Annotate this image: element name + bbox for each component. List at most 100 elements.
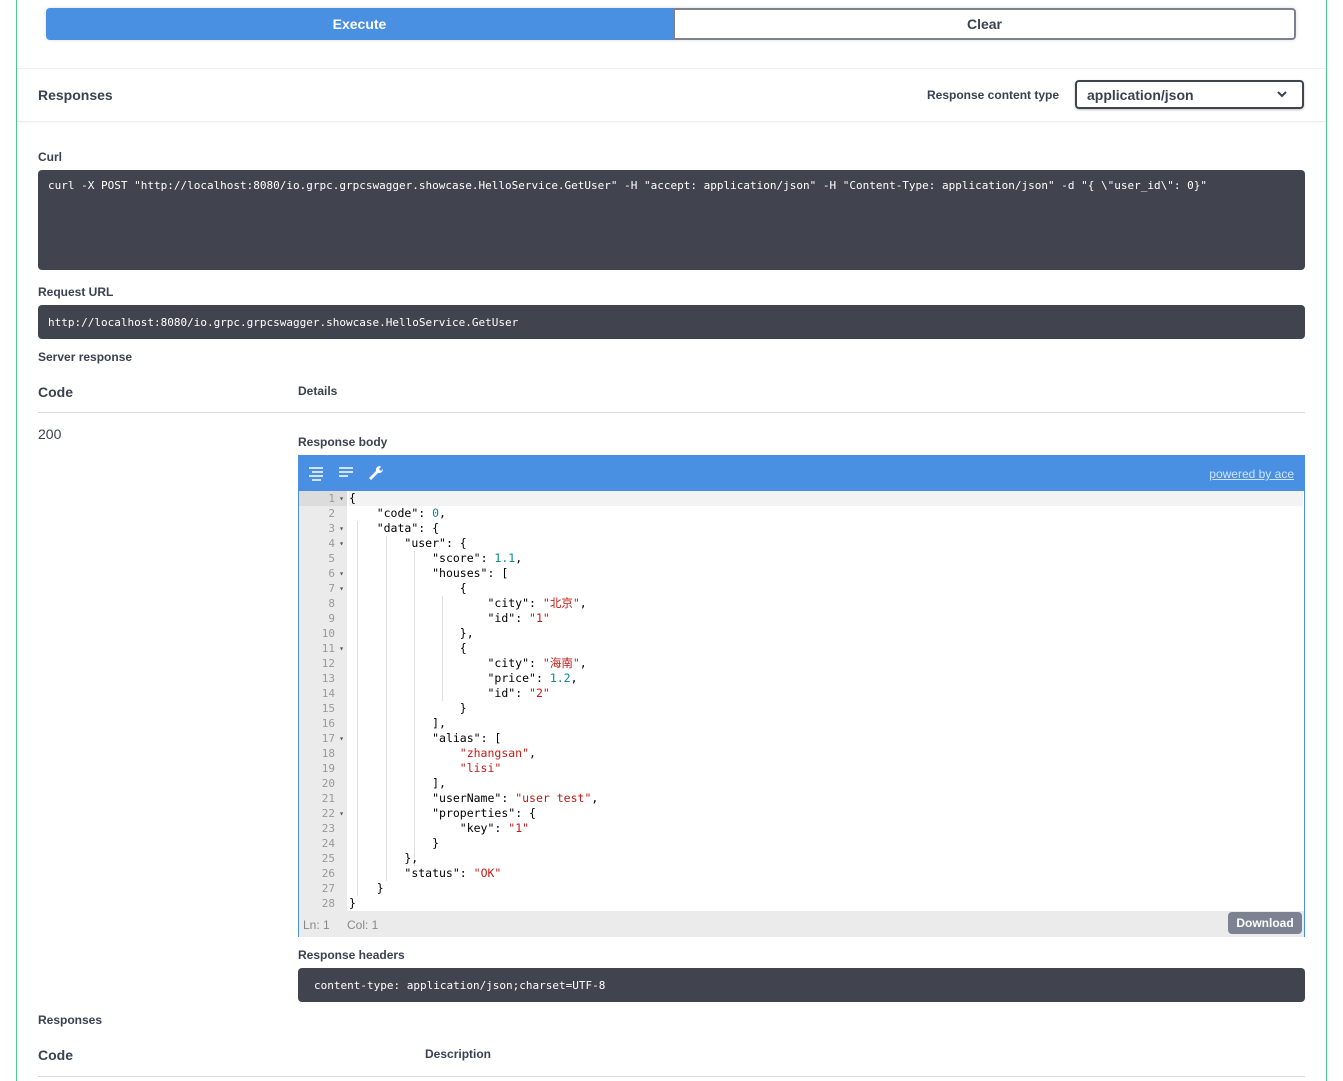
responses-title: Responses — [38, 87, 113, 103]
line-number: 3 ▾ — [328, 521, 344, 536]
responses-header: Responses Response content type applicat… — [17, 68, 1326, 121]
code-line: "userName": "user test", — [432, 791, 599, 805]
line-number: 11 ▾ — [321, 641, 344, 656]
line-number: 25 — [321, 852, 335, 865]
response-content-type-select[interactable]: application/json — [1075, 80, 1304, 109]
bottom-code-header: Code — [38, 1047, 73, 1063]
execute-clear-group: Execute Clear — [46, 8, 1296, 40]
code-line: "id": "2" — [487, 686, 550, 700]
chevron-down-icon — [1276, 88, 1288, 103]
curl-label: Curl — [38, 150, 62, 164]
code-line: "status": "OK" — [404, 866, 502, 880]
wrench-icon[interactable] — [367, 464, 385, 482]
line-number: 5 — [328, 552, 335, 565]
editor-toolbar: powered by ace — [299, 456, 1304, 491]
line-number: 9 — [328, 612, 335, 625]
request-url-text: http://localhost:8080/io.grpc.grpcswagge… — [48, 316, 519, 329]
cursor-line: Ln: 1 — [303, 918, 330, 932]
table-divider — [38, 412, 1305, 413]
fold-arrow-icon[interactable]: ▾ — [339, 536, 344, 551]
curl-command[interactable]: curl -X POST "http://localhost:8080/io.g… — [38, 170, 1305, 270]
bottom-table-divider — [38, 1076, 1305, 1077]
code-line: { — [349, 491, 1303, 506]
execute-button[interactable]: Execute — [46, 8, 673, 40]
clear-button[interactable]: Clear — [673, 8, 1296, 40]
line-number: 18 — [321, 747, 335, 760]
fold-arrow-icon[interactable]: ▾ — [339, 491, 344, 506]
line-number: 6 ▾ — [328, 566, 344, 581]
code-line: } — [349, 881, 384, 895]
response-content-type-label: Response content type — [927, 88, 1060, 102]
line-number: 19 — [321, 762, 335, 775]
line-number: 15 — [321, 702, 335, 715]
code-column-header: Code — [38, 384, 73, 400]
code-line: ], — [349, 716, 446, 730]
code-line: "price": 1.2, — [487, 671, 578, 685]
code-line: "user": { — [404, 536, 467, 550]
code-line: } — [349, 896, 356, 910]
line-number: 4 ▾ — [328, 536, 344, 551]
code-line: } — [349, 701, 467, 715]
line-number: 1 ▾ — [299, 491, 347, 506]
line-number: 28 — [321, 897, 335, 910]
cursor-column: Col: 1 — [347, 918, 379, 932]
line-number: 26 — [321, 867, 335, 880]
line-number-gutter: 1 ▾ 2 3 ▾ 4 ▾ 5 6 ▾ 7 ▾ 8 9 10 11 ▾ 12 13 14 15 16 17 ▾ 18 19 20 21… — [299, 491, 347, 911]
fold-arrow-icon[interactable]: ▾ — [339, 806, 344, 821]
code-line: ], — [349, 776, 446, 790]
code-line: "lisi" — [459, 761, 502, 775]
line-number: 23 — [321, 822, 335, 835]
code-line: "houses": [ — [432, 566, 509, 580]
code-content[interactable]: { "code": 0, "data": { "user": { "score"… — [349, 491, 1303, 911]
wrap-lines-icon[interactable] — [307, 464, 325, 482]
fold-arrow-icon[interactable]: ▾ — [339, 581, 344, 596]
fold-arrow-icon[interactable]: ▾ — [339, 731, 344, 746]
response-body-editor[interactable]: powered by ace 1 ▾ 2 3 ▾ 4 ▾ 5 6 ▾ 7 ▾ 8 9 10 11 ▾ 12 13 14… — [298, 455, 1305, 937]
code-line: "key": "1" — [459, 821, 530, 835]
curl-command-text: curl -X POST "http://localhost:8080/io.g… — [48, 179, 1207, 192]
format-icon[interactable] — [337, 464, 355, 482]
line-number: 13 — [321, 672, 335, 685]
bottom-responses-label: Responses — [38, 1013, 103, 1027]
line-number: 20 — [321, 777, 335, 790]
code-line: }, — [349, 626, 474, 640]
line-number: 10 — [321, 627, 335, 640]
line-number: 27 — [321, 882, 335, 895]
line-number: 2 — [328, 507, 335, 520]
line-number: 12 — [321, 657, 335, 670]
powered-by-ace-link[interactable]: powered by ace — [1209, 467, 1294, 481]
fold-arrow-icon[interactable]: ▾ — [339, 641, 344, 656]
line-number: 22 ▾ — [321, 806, 344, 821]
response-headers-value[interactable]: content-type: application/json;charset=U… — [298, 968, 1305, 1002]
code-line: "score": 1.1, — [432, 551, 523, 565]
response-headers-text: content-type: application/json;charset=U… — [314, 979, 606, 992]
server-response-label: Server response — [38, 350, 133, 364]
download-button[interactable]: Download — [1228, 912, 1302, 934]
code-line: "id": "1" — [487, 611, 550, 625]
code-line: { — [349, 581, 467, 595]
line-number: 21 — [321, 792, 335, 805]
fold-arrow-icon[interactable]: ▾ — [339, 521, 344, 536]
status-code: 200 — [38, 426, 62, 442]
editor-statusbar: Ln: 1 Col: 1 Download — [299, 911, 1304, 937]
code-line: "alias": [ — [432, 731, 502, 745]
fold-arrow-icon[interactable]: ▾ — [339, 566, 344, 581]
response-content-type-value: application/json — [1087, 86, 1194, 103]
code-line: }, — [349, 851, 419, 865]
code-line: "code": 0, — [376, 506, 446, 520]
request-url-label: Request URL — [38, 285, 114, 299]
line-number: 17 ▾ — [321, 731, 344, 746]
code-line: "properties": { — [432, 806, 536, 820]
response-headers-label: Response headers — [298, 948, 405, 962]
bottom-description-header: Description — [425, 1047, 492, 1061]
code-line: "data": { — [376, 521, 440, 535]
details-column-header: Details — [298, 384, 338, 398]
line-number: 14 — [321, 687, 335, 700]
code-line: } — [349, 836, 440, 850]
code-line: "zhangsan", — [459, 746, 536, 760]
code-line: "city": "北京", — [487, 596, 587, 610]
code-line: "city": "海南", — [487, 656, 587, 670]
request-url-value[interactable]: http://localhost:8080/io.grpc.grpcswagge… — [38, 305, 1305, 339]
code-line: { — [349, 641, 467, 655]
line-number: 24 — [321, 837, 335, 850]
